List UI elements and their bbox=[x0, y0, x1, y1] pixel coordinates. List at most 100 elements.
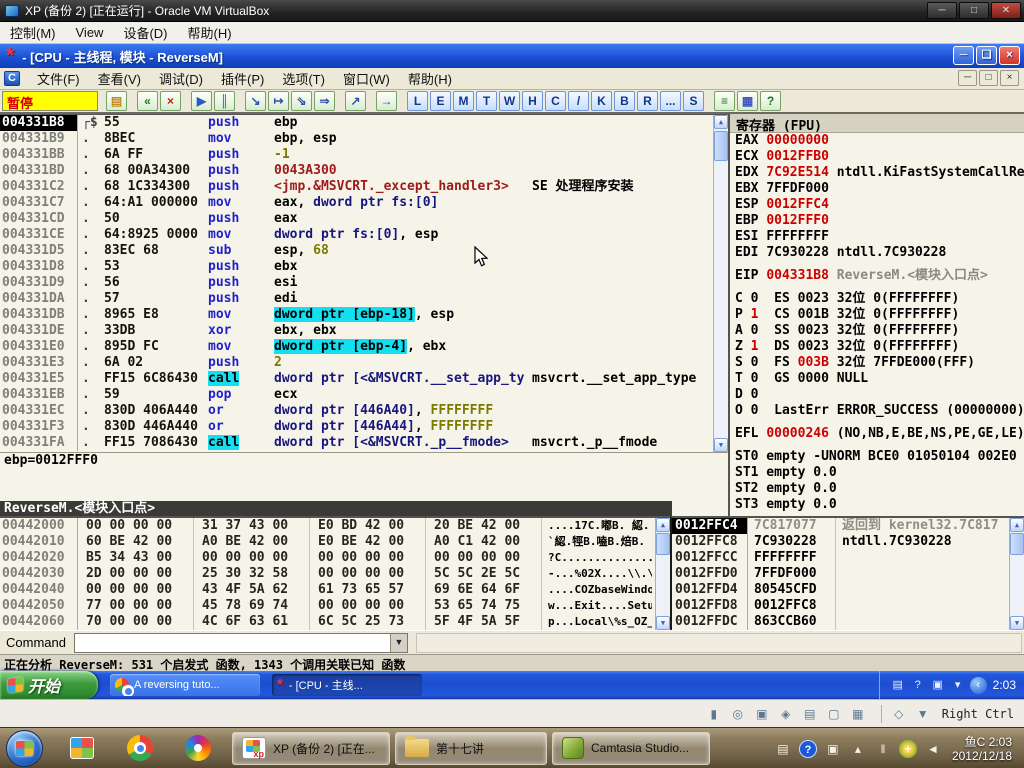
dump-scrollbar[interactable]: ▲ ▼ bbox=[655, 518, 670, 630]
chip-icon[interactable]: ▦ bbox=[849, 706, 867, 722]
stack-row[interactable]: 0012FFDC863CCB60 bbox=[672, 614, 1024, 630]
toolbar-letter-/[interactable]: / bbox=[568, 91, 589, 111]
animate-over-icon[interactable]: ⇒ bbox=[314, 91, 335, 111]
disasm-row[interactable]: 004331FA.FF15 7086430calldword ptr [<&MS… bbox=[0, 435, 728, 451]
help-icon[interactable]: ? bbox=[910, 677, 926, 693]
dump-pane[interactable]: 0044200000 00 00 0031 37 43 00E0 BD 42 0… bbox=[0, 516, 670, 630]
register-line[interactable]: T 0 GS 0000 NULL bbox=[730, 371, 1024, 387]
register-line[interactable]: O 0 LastErr ERROR_SUCCESS (00000000) bbox=[730, 403, 1024, 419]
disasm-row[interactable]: 004331B8┌$55pushebp bbox=[0, 115, 728, 131]
stack-row[interactable]: 0012FFD80012FFC8 bbox=[672, 598, 1024, 614]
network-icon[interactable]: ▣ bbox=[753, 706, 771, 722]
log-icon[interactable]: ≡ bbox=[714, 91, 735, 111]
vbox-menu-item[interactable]: 控制(M) bbox=[0, 21, 66, 44]
disasm-scrollbar[interactable]: ▲ ▼ bbox=[713, 115, 728, 452]
stack-row[interactable]: 0012FFC87C930228ntdll.7C930228 bbox=[672, 534, 1024, 550]
register-line[interactable]: Z 1 DS 0023 32位 0(FFFFFFFF) bbox=[730, 339, 1024, 355]
mdi-restore-button[interactable]: □ bbox=[979, 70, 998, 86]
language-bar-icon[interactable]: ‹ bbox=[970, 677, 987, 694]
safety-icon[interactable]: + bbox=[899, 740, 917, 758]
toolbar-letter-C[interactable]: C bbox=[545, 91, 566, 111]
register-line[interactable]: ST3 empty 0.0 bbox=[730, 497, 1024, 513]
scroll-thumb[interactable] bbox=[714, 131, 728, 161]
scroll-up-button[interactable]: ▲ bbox=[656, 518, 670, 532]
toolbar-letter-B[interactable]: B bbox=[614, 91, 635, 111]
help-icon[interactable]: ? bbox=[760, 91, 781, 111]
register-line[interactable]: EAX 00000000 bbox=[730, 133, 1024, 149]
mouse-capture-icon[interactable]: ◇ bbox=[890, 706, 908, 722]
start-button[interactable]: 开始 bbox=[0, 671, 98, 699]
disasm-row[interactable]: 004331D9.56pushesi bbox=[0, 275, 728, 291]
volume-icon[interactable]: ◄ bbox=[924, 740, 942, 758]
toolbar-letter-W[interactable]: W bbox=[499, 91, 520, 111]
toolbar-letter-R[interactable]: R bbox=[637, 91, 658, 111]
olly-menu-item[interactable]: 选项(T) bbox=[273, 67, 334, 90]
open-icon[interactable]: ▤ bbox=[106, 91, 127, 111]
disasm-row[interactable]: 004331F3.830D 446A440ordword ptr [446A44… bbox=[0, 419, 728, 435]
disasm-row[interactable]: 004331DA.57pushedi bbox=[0, 291, 728, 307]
close-icon[interactable]: × bbox=[160, 91, 181, 111]
scroll-thumb[interactable] bbox=[656, 533, 670, 555]
toolbar-letter-...[interactable]: ... bbox=[660, 91, 681, 111]
registers-pane[interactable]: 寄存器 (FPU) EAX 00000000ECX 0012FFB0EDX 7C… bbox=[728, 114, 1024, 516]
dump-row[interactable]: 004420302D 00 00 0025 30 32 5800 00 00 0… bbox=[0, 566, 670, 582]
olly-menu-item[interactable]: 查看(V) bbox=[89, 67, 150, 90]
register-line[interactable]: ST1 empty 0.0 bbox=[730, 465, 1024, 481]
host-task-camtasia[interactable]: Camtasia Studio... bbox=[552, 732, 710, 765]
restart-icon[interactable]: « bbox=[137, 91, 158, 111]
maximize-button[interactable]: □ bbox=[959, 2, 989, 19]
toolbar-letter-T[interactable]: T bbox=[476, 91, 497, 111]
help-icon[interactable]: ? bbox=[799, 740, 817, 758]
disasm-row[interactable]: 004331DB.8965 E8movdword ptr [ebp-18], e… bbox=[0, 307, 728, 323]
stack-pane[interactable]: 0012FFC47C817077返回到 kernel32.7C8170012FF… bbox=[670, 516, 1024, 630]
register-line[interactable]: ST2 empty 0.0 bbox=[730, 481, 1024, 497]
register-line[interactable]: C 0 ES 0023 32位 0(FFFFFFFF) bbox=[730, 291, 1024, 307]
chevron-down-icon[interactable]: ▾ bbox=[950, 677, 966, 693]
olly-menu-item[interactable]: 帮助(H) bbox=[399, 67, 461, 90]
dump-row[interactable]: 00442020B5 34 43 0000 00 00 0000 00 00 0… bbox=[0, 550, 670, 566]
scroll-up-button[interactable]: ▲ bbox=[1010, 518, 1024, 532]
scroll-down-button[interactable]: ▼ bbox=[714, 438, 728, 452]
scroll-up-button[interactable]: ▲ bbox=[714, 115, 728, 129]
olly-restore-button[interactable]: ❏ bbox=[976, 46, 997, 65]
host-task-folder[interactable]: 第十七讲 bbox=[395, 732, 547, 765]
disasm-row[interactable]: 004331C2.68 1C334300push<jmp.&MSVCRT._ex… bbox=[0, 179, 728, 195]
mixer-icon[interactable]: ‖ bbox=[874, 740, 892, 758]
taskbar-task-chrome[interactable]: A reversing tuto... bbox=[110, 674, 260, 696]
disasm-row[interactable]: 004331D5.83EC 68subesp, 68 bbox=[0, 243, 728, 259]
window-icon[interactable]: ▣ bbox=[824, 740, 842, 758]
color-wheel-icon[interactable] bbox=[183, 733, 213, 763]
dump-row[interactable]: 0044201060 BE 42 00A0 BE 42 00E0 BE 42 0… bbox=[0, 534, 670, 550]
disasm-row[interactable]: 004331EC.830D 406A440ordword ptr [446A40… bbox=[0, 403, 728, 419]
mdi-minimize-button[interactable]: ─ bbox=[958, 70, 977, 86]
olly-close-button[interactable]: × bbox=[999, 46, 1020, 65]
chrome-icon[interactable] bbox=[125, 733, 155, 763]
disasm-row[interactable]: 004331CE.64:8925 0000movdword ptr fs:[0]… bbox=[0, 227, 728, 243]
disasm-row[interactable]: 004331C7.64:A1 000000moveax, dword ptr f… bbox=[0, 195, 728, 211]
appearance-icon[interactable]: ▦ bbox=[737, 91, 758, 111]
register-line[interactable]: EDX 7C92E514 ntdll.KiFastSystemCallRet bbox=[730, 165, 1024, 181]
register-line[interactable]: ESI FFFFFFFF bbox=[730, 229, 1024, 245]
disassembly-pane[interactable]: 004331B8┌$55pushebp004331B9.8BECmovebp, … bbox=[0, 114, 728, 452]
register-line[interactable]: S 0 FS 003B 32位 7FFDE000(FFF) bbox=[730, 355, 1024, 371]
chevron-up-icon[interactable]: ▴ bbox=[849, 740, 867, 758]
execute-till-return-icon[interactable]: ↗ bbox=[345, 91, 366, 111]
pause-icon[interactable]: ║ bbox=[214, 91, 235, 111]
goto-icon[interactable]: → bbox=[376, 91, 397, 111]
disasm-row[interactable]: 004331BB.6A FFpush-1 bbox=[0, 147, 728, 163]
hdd-icon[interactable]: ▮ bbox=[705, 706, 723, 722]
register-line[interactable]: A 0 SS 0023 32位 0(FFFFFFFF) bbox=[730, 323, 1024, 339]
shared-folder-icon[interactable]: ▤ bbox=[801, 706, 819, 722]
taskbar-task-ollydbg[interactable]: * - [CPU - 主线... bbox=[272, 674, 422, 696]
keyboard-capture-icon[interactable]: ▼ bbox=[914, 706, 932, 722]
olly-menu-item[interactable]: 插件(P) bbox=[212, 67, 273, 90]
scroll-down-button[interactable]: ▼ bbox=[1010, 616, 1024, 630]
dump-row[interactable]: 0044205077 00 00 0045 78 69 7400 00 00 0… bbox=[0, 598, 670, 614]
register-line[interactable]: EDI 7C930228 ntdll.7C930228 bbox=[730, 245, 1024, 261]
scroll-thumb[interactable] bbox=[1010, 533, 1024, 555]
toolbar-letter-K[interactable]: K bbox=[591, 91, 612, 111]
olly-menu-item[interactable]: 文件(F) bbox=[28, 67, 89, 90]
olly-minimize-button[interactable]: ─ bbox=[953, 46, 974, 65]
disasm-row[interactable]: 004331E5.FF15 6C86430calldword ptr [<&MS… bbox=[0, 371, 728, 387]
disasm-row[interactable]: 004331DE.33DBxorebx, ebx bbox=[0, 323, 728, 339]
